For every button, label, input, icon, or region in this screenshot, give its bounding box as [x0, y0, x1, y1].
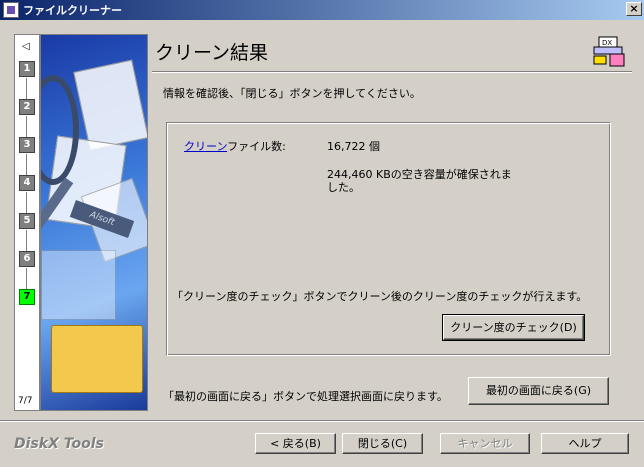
vacuum-illustration: Alsoft: [40, 34, 148, 411]
step-indicator: ◁ 1 2 3 4 5 6 7 7/7: [14, 34, 40, 411]
step-connector: [26, 154, 27, 175]
step-connector: [26, 116, 27, 137]
cleaned-file-count-value: 16,722 個: [327, 140, 380, 153]
instruction-text: 情報を確認後、「閉じる」ボタンを押してください。: [163, 87, 421, 100]
step-counter: 7/7: [18, 396, 33, 406]
step-connector: [26, 78, 27, 99]
return-first-description: 「最初の画面に戻る」ボタンで処理選択画面に戻ります。: [163, 390, 448, 403]
footer-divider: [0, 420, 644, 422]
page-title: クリーン結果: [155, 42, 269, 64]
clean-link[interactable]: クリーン: [184, 140, 227, 153]
help-button[interactable]: ヘルプ: [541, 433, 629, 454]
cleaned-file-count-label: クリーンファイル数:: [184, 138, 286, 154]
step-2: 2: [19, 99, 35, 115]
window-title: ファイルクリーナー: [23, 4, 122, 17]
diskx-logo-icon: DX: [593, 36, 625, 67]
step-arrow-icon: ◁: [22, 41, 30, 52]
logo-badge-text: DX: [602, 39, 612, 47]
step-4: 4: [19, 175, 35, 191]
step-7-active: 7: [19, 289, 35, 305]
return-first-screen-button[interactable]: 最初の画面に戻る(G): [468, 377, 609, 405]
step-connector: [26, 268, 27, 289]
folder-image: [51, 325, 143, 393]
step-connector: [26, 230, 27, 251]
document-image: [73, 59, 147, 151]
file-count-label-text: ファイル数:: [227, 140, 286, 153]
step-5: 5: [19, 213, 35, 229]
document-image: [41, 250, 116, 320]
app-icon: [3, 2, 19, 18]
close-button[interactable]: 閉じる(C): [342, 433, 423, 454]
freed-space-text: 244,460 KBの空き容量が確保されました。: [327, 168, 512, 194]
heading-divider: [152, 71, 632, 73]
step-1: 1: [19, 61, 35, 77]
step-3: 3: [19, 137, 35, 153]
back-button[interactable]: < 戻る(B): [255, 433, 336, 454]
step-connector: [26, 192, 27, 213]
check-description: 「クリーン度のチェック」ボタンでクリーン後のクリーン度のチェックが行えます。: [172, 290, 588, 303]
close-window-button[interactable]: ×: [626, 2, 642, 16]
step-6: 6: [19, 251, 35, 267]
title-bar: ファイルクリーナー ×: [0, 0, 644, 20]
cancel-button[interactable]: キャンセル: [440, 433, 530, 454]
check-cleanliness-button[interactable]: クリーン度のチェック(D): [442, 314, 585, 341]
brand-label: DiskX Tools: [14, 436, 104, 452]
